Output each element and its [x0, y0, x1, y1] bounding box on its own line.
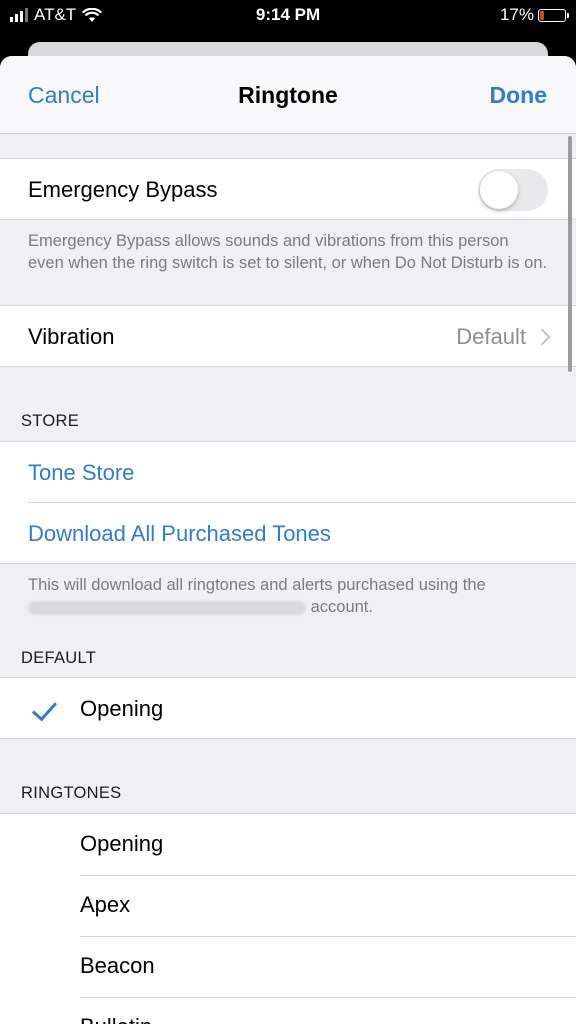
ringtone-item[interactable]: Beacon	[0, 937, 576, 997]
battery-percent: 17%	[499, 5, 534, 24]
default-tone-row[interactable]: Opening	[0, 677, 576, 739]
store-section-header: STORE	[21, 412, 80, 430]
battery-level	[540, 10, 544, 20]
vibration-value: Default	[456, 324, 526, 349]
store-group: Tone Store Download All Purchased Tones	[0, 441, 576, 564]
toggle-knob	[480, 171, 518, 209]
divider	[28, 502, 576, 503]
status-time: 9:14 PM	[255, 5, 321, 24]
ringtone-item[interactable]: Bulletin	[0, 998, 576, 1024]
emergency-bypass-toggle[interactable]	[478, 169, 548, 211]
store-footer: This will download all ringtones and ale…	[28, 574, 548, 618]
ringtone-item[interactable]: Opening	[0, 814, 576, 875]
nav-bar: Cancel Ringtone Done	[0, 56, 576, 134]
checkmark-icon	[31, 695, 58, 722]
default-tone-label: Opening	[80, 696, 164, 721]
tone-store-link[interactable]: Tone Store	[28, 460, 134, 486]
scrollbar[interactable]	[568, 136, 572, 372]
vibration-row[interactable]: Vibration Default	[0, 305, 576, 367]
ringtone-label: Beacon	[80, 953, 155, 978]
ringtones-section-header: RINGTONES	[21, 784, 122, 802]
ringtone-item[interactable]: Apex	[0, 876, 576, 936]
battery-icon	[538, 8, 569, 22]
emergency-bypass-label: Emergency Bypass	[28, 177, 218, 202]
store-footer-prefix: This will download all ringtones and ale…	[28, 576, 486, 594]
ringtones-list: Opening Apex Beacon Bulletin	[0, 813, 576, 1024]
download-all-tones-link[interactable]: Download All Purchased Tones	[28, 521, 331, 547]
store-footer-suffix: account.	[310, 598, 373, 616]
redacted-account	[28, 600, 306, 615]
ringtone-label: Bulletin	[80, 1014, 152, 1024]
done-button[interactable]: Done	[490, 82, 548, 109]
emergency-bypass-row: Emergency Bypass	[0, 158, 576, 220]
vibration-label: Vibration	[28, 324, 115, 349]
chevron-right-icon	[533, 328, 551, 346]
status-bar: AT&T 9:14 PM 17%	[0, 0, 576, 30]
emergency-bypass-footer: Emergency Bypass allows sounds and vibra…	[28, 232, 548, 272]
ringtone-label: Opening	[80, 831, 164, 856]
status-right: 17%	[499, 5, 569, 25]
default-section-header: DEFAULT	[21, 649, 97, 667]
ringtone-sheet: Cancel Ringtone Done Emergency Bypass Em…	[0, 56, 576, 1024]
ringtone-label: Apex	[80, 892, 131, 917]
